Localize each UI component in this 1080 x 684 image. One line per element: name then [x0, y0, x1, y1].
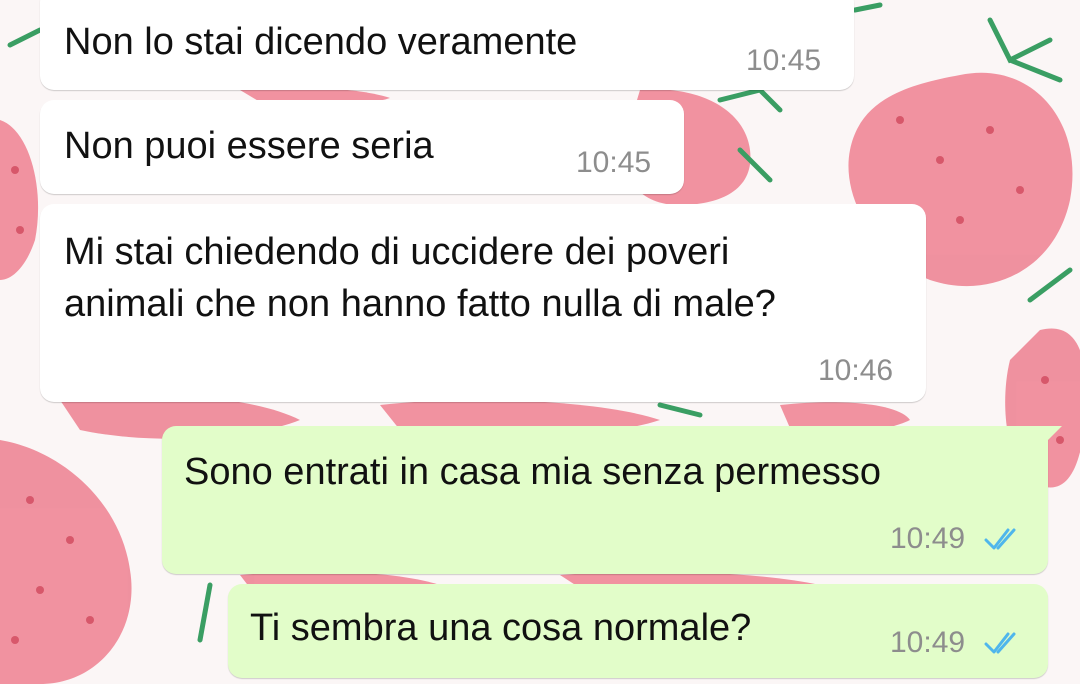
- read-ticks-icon: [984, 528, 1016, 550]
- message-text: Ti sembra una cosa normale?: [250, 607, 752, 649]
- message-text: Non lo stai dicendo veramente: [64, 21, 578, 63]
- message-bubble-outgoing[interactable]: Sono entrati in casa mia senza permesso …: [162, 426, 1062, 574]
- message-text: Mi stai chiedendo di uccidere dei poveri…: [64, 231, 776, 325]
- message-time: 10:45: [576, 146, 652, 179]
- message-bubble-incoming[interactable]: Mi stai chiedendo di uccidere dei poveri…: [40, 204, 926, 402]
- message-text: Non puoi essere seria: [64, 125, 434, 167]
- message-text: Sono entrati in casa mia senza permesso: [184, 451, 882, 493]
- bubble-tail: [1042, 426, 1062, 446]
- read-ticks-icon: [984, 632, 1016, 654]
- message-time: 10:49: [890, 522, 966, 555]
- message-bubble-incoming[interactable]: Non puoi essere seria 10:45: [40, 100, 684, 194]
- message-time: 10:49: [890, 626, 966, 659]
- strawberry-shape: [0, 440, 132, 684]
- strawberry-shape: [0, 120, 39, 280]
- message-time: 10:45: [746, 44, 822, 77]
- message-bubble-incoming[interactable]: Non lo stai dicendo veramente 10:45: [40, 0, 854, 90]
- message-time: 10:46: [818, 354, 894, 387]
- message-bubble-outgoing[interactable]: Ti sembra una cosa normale? 10:49: [228, 584, 1048, 678]
